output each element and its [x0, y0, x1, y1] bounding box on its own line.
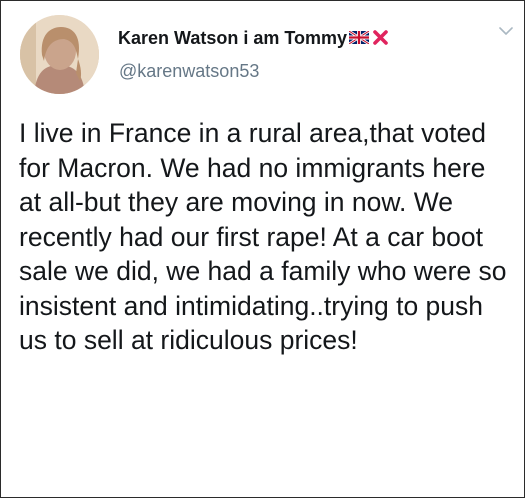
- author-handle[interactable]: @karenwatson53: [119, 61, 259, 82]
- red-cross-icon: [373, 29, 388, 49]
- tweet-card: Karen Watson i am Tommy @karenwatson53 I…: [0, 0, 525, 498]
- author-name[interactable]: Karen Watson i am Tommy: [118, 28, 347, 49]
- avatar[interactable]: [20, 15, 99, 94]
- author-name-row[interactable]: Karen Watson i am Tommy: [118, 28, 388, 49]
- tweet-text: I live in France in a rural area,that vo…: [19, 118, 507, 355]
- profile-photo-icon: [20, 15, 99, 94]
- uk-flag-icon: [348, 28, 370, 49]
- chevron-down-icon[interactable]: [498, 25, 514, 37]
